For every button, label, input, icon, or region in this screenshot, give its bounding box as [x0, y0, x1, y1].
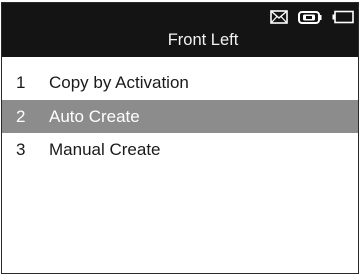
vehicle-battery-icon	[298, 10, 322, 25]
menu-item-manual-create[interactable]: 3 Manual Create	[2, 133, 358, 167]
status-bar	[270, 8, 354, 26]
menu-item-label: Copy by Activation	[49, 73, 189, 92]
menu-item-copy-by-activation[interactable]: 1 Copy by Activation	[2, 66, 358, 100]
menu-list: 1 Copy by Activation 2 Auto Create 3 Man…	[2, 66, 358, 167]
title-bar: Front Left	[2, 3, 358, 57]
battery-icon	[332, 10, 354, 24]
envelope-icon	[270, 10, 288, 24]
menu-item-label: Auto Create	[49, 106, 140, 126]
page-title: Front Left	[167, 31, 239, 49]
menu-item-auto-create[interactable]: 2 Auto Create	[2, 100, 358, 133]
menu-item-number: 3	[16, 140, 26, 159]
menu-item-number: 1	[16, 73, 26, 92]
menu-item-label: Manual Create	[49, 140, 161, 159]
menu-item-number: 2	[16, 106, 26, 126]
device-screen: Front Left 1 Copy by Activation 2 Auto C…	[1, 2, 359, 274]
